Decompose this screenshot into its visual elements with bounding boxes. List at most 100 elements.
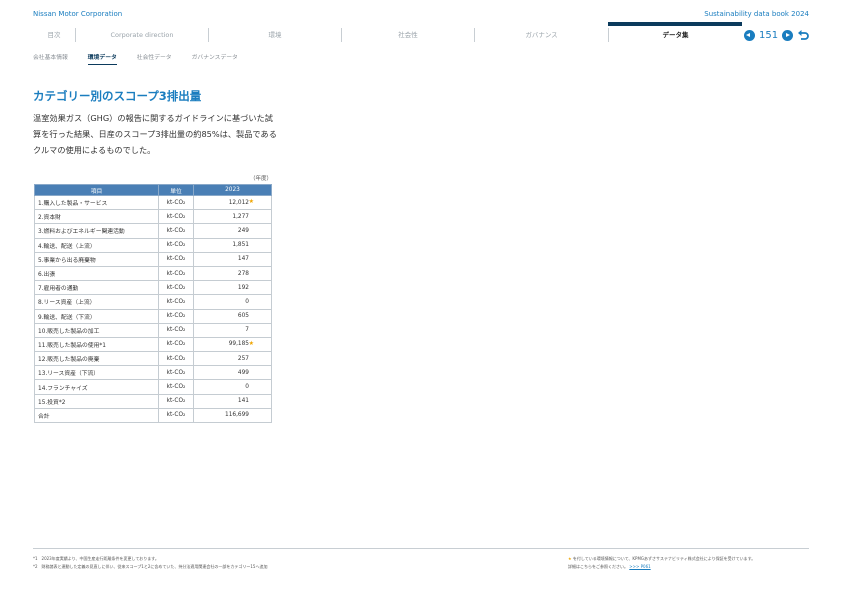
assurance-text: を付している環境情報について、KPMGあずさサステナビリティ株式会社により保証を…	[572, 556, 756, 561]
cell-value: 278	[193, 265, 272, 282]
value-text: 147	[237, 256, 249, 263]
subnav-governance-data[interactable]: ガバナンスデータ	[192, 52, 238, 65]
header-item: 項目	[34, 184, 159, 196]
cell-value: 141	[193, 393, 272, 409]
table-row: 7.雇用者の通勤 kt-CO₂ 192	[34, 280, 272, 296]
table-row: 2.資本財 kt-CO₂ 1,277	[34, 209, 272, 225]
cell-value: 7	[193, 322, 272, 338]
cell-unit: kt-CO₂	[158, 294, 194, 310]
table-body: 1.購入した製品・サービス kt-CO₂ 12,012 ★ 2.資本財 kt-CO₂ 1,2…	[34, 194, 272, 424]
value-text: 0	[245, 384, 249, 391]
cell-item: 10.販売した製品の加工	[34, 322, 159, 338]
cell-unit: kt-CO₂	[158, 237, 194, 253]
cell-item: 15.投資*2	[34, 393, 159, 409]
book-title[interactable]: Sustainability data book 2024	[704, 10, 809, 18]
company-name[interactable]: Nissan Motor Corporation	[33, 10, 122, 18]
next-page-icon[interactable]	[782, 29, 794, 41]
cell-value: 1,277	[193, 209, 272, 225]
table-row: 11.販売した製品の使用*1 kt-CO₂ 99,185 ★	[34, 336, 272, 353]
footnote-1: *1 2023年度実績より、中国生産走行距離条件を変更しております。	[33, 556, 159, 561]
assurance-note: ★ を付している環境情報について、KPMGあずさサステナビリティ株式会社により保…	[568, 555, 755, 571]
cell-item: 8.リース資産（上流）	[34, 294, 159, 310]
value-text: 249	[237, 227, 249, 234]
header-year: 2023	[193, 184, 272, 196]
active-indicator	[608, 22, 742, 26]
table-row: 合計 kt-CO₂ 116,699	[34, 407, 272, 424]
back-icon[interactable]	[797, 29, 809, 41]
cell-unit: kt-CO₂	[158, 393, 194, 409]
cell-value: 99,185 ★	[193, 336, 272, 353]
cell-item: 11.販売した製品の使用*1	[34, 336, 159, 353]
cell-item: 5.事業から出る廃棄物	[34, 251, 159, 267]
cell-unit: kt-CO₂	[158, 308, 194, 324]
value-text: 1,277	[232, 213, 249, 220]
value-text: 1,851	[232, 242, 249, 249]
cell-item: 14.フランチャイズ	[34, 379, 159, 395]
assurance-link[interactable]: >>> P061	[629, 564, 650, 569]
cell-unit: kt-CO₂	[158, 336, 194, 353]
nav-item-data-active[interactable]: データ集	[608, 22, 742, 42]
subnav-environment-data[interactable]: 環境データ	[87, 52, 117, 65]
page-number: 151	[759, 29, 779, 41]
table-row: 13.リース資産（下流） kt-CO₂ 499	[34, 365, 272, 381]
cell-item: 6.出張	[34, 265, 159, 282]
assurance-star-icon: ★	[568, 556, 572, 561]
nav-item-corporate-direction[interactable]: Corporate direction	[75, 28, 208, 42]
cell-unit: kt-CO₂	[158, 365, 194, 381]
value-text: 99,185	[228, 341, 249, 348]
cell-item: 2.資本財	[34, 209, 159, 225]
header-unit: 単位	[158, 184, 194, 196]
table-row: 4.輸送、配送（上流） kt-CO₂ 1,851	[34, 237, 272, 253]
value-text: 141	[237, 398, 249, 405]
cell-item: 7.雇用者の通勤	[34, 280, 159, 296]
table-header-row: 項目 単位 2023	[34, 184, 272, 196]
prev-page-icon[interactable]	[744, 29, 755, 41]
cell-unit: kt-CO₂	[158, 280, 194, 296]
value-text: 7	[245, 327, 249, 334]
cell-item: 1.購入した製品・サービス	[34, 194, 159, 211]
cell-value: 1,851	[193, 237, 272, 253]
table-row: 6.出張 kt-CO₂ 278	[34, 265, 272, 282]
description: 温室効果ガス（GHG）の報告に関するガイドラインに基づいた試算を行った結果、日産…	[33, 113, 277, 155]
sub-nav: 会社基本情報 環境データ 社会性データ ガバナンスデータ	[33, 52, 258, 65]
cell-unit: kt-CO₂	[158, 209, 194, 225]
cell-item: 合計	[34, 407, 159, 424]
fiscal-year-note: （年度）	[250, 176, 273, 182]
cell-value: 257	[193, 351, 272, 367]
footnotes: *1 2023年度実績より、中国生産走行距離条件を変更しております。 *2 財務…	[33, 555, 267, 571]
cell-value: 12,012 ★	[193, 194, 272, 211]
cell-unit: kt-CO₂	[158, 351, 194, 367]
table-row: 10.販売した製品の加工 kt-CO₂ 7	[34, 322, 272, 338]
cell-value: 116,699	[193, 407, 272, 424]
cell-unit: kt-CO₂	[158, 251, 194, 267]
cell-unit: kt-CO₂	[158, 194, 194, 211]
assurance-star-icon: ★	[248, 339, 254, 347]
table-row: 9.輸送、配送（下流） kt-CO₂ 605	[34, 308, 272, 324]
cell-item: 4.輸送、配送（上流）	[34, 237, 159, 253]
cell-unit: kt-CO₂	[158, 223, 194, 239]
cell-item: 3.燃料およびエネルギー関連活動	[34, 223, 159, 239]
cell-value: 249	[193, 223, 272, 239]
table-row: 15.投資*2 kt-CO₂ 141	[34, 393, 272, 409]
nav-item-contents[interactable]: 目次	[33, 28, 75, 42]
scope3-table: 項目 単位 2023 1.購入した製品・サービス kt-CO₂ 12,012 ★ 2.資…	[34, 184, 272, 424]
assurance-star-icon: ★	[248, 198, 254, 205]
cell-item: 9.輸送、配送（下流）	[34, 308, 159, 324]
table-row: 3.燃料およびエネルギー関連活動 kt-CO₂ 249	[34, 223, 272, 239]
cell-unit: kt-CO₂	[158, 379, 194, 395]
cell-value: 605	[193, 308, 272, 324]
cell-value: 0	[193, 294, 272, 310]
nav-item-governance[interactable]: ガバナンス	[474, 28, 608, 42]
value-text: 278	[237, 270, 249, 277]
nav-item-social[interactable]: 社会性	[341, 28, 474, 42]
cell-unit: kt-CO₂	[158, 265, 194, 282]
cell-item: 12.販売した製品の廃棄	[34, 351, 159, 367]
table-row: 5.事業から出る廃棄物 kt-CO₂ 147	[34, 251, 272, 267]
subnav-social-data[interactable]: 社会性データ	[137, 52, 172, 65]
cell-item: 13.リース資産（下流）	[34, 365, 159, 381]
value-text: 605	[237, 313, 249, 320]
subnav-company-info[interactable]: 会社基本情報	[33, 52, 68, 65]
value-text: 0	[245, 298, 249, 305]
main-nav: 目次 Corporate direction 環境 社会性 ガバナンス	[33, 28, 608, 42]
nav-item-environment[interactable]: 環境	[208, 28, 341, 42]
